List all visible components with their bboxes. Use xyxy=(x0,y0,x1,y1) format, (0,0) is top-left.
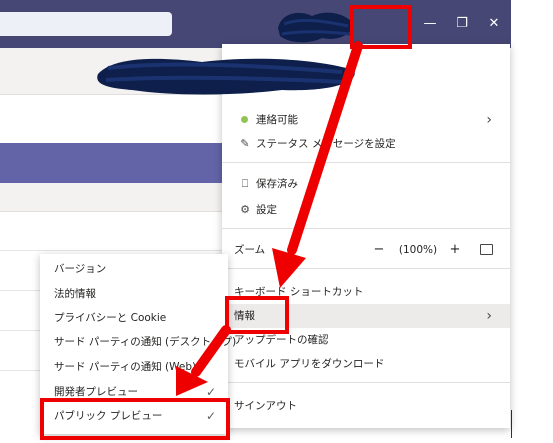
arrow-to-public-preview xyxy=(176,325,231,396)
annotation-arrows xyxy=(176,41,363,396)
arrow-to-info xyxy=(272,41,363,288)
